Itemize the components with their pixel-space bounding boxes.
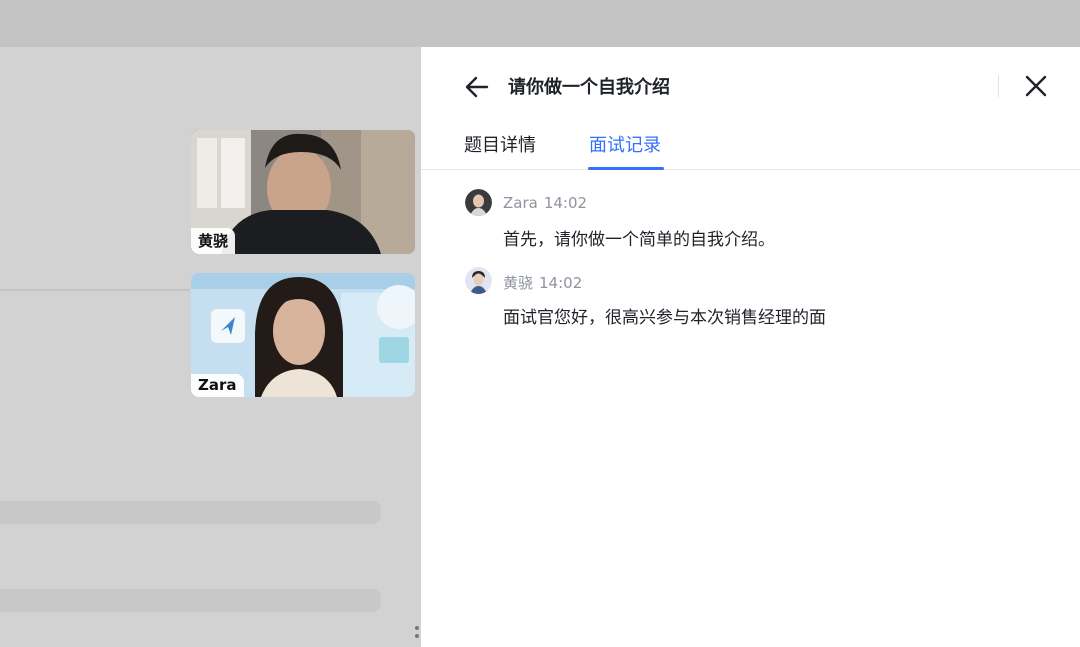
message-time: 14:02 [543, 194, 588, 212]
close-icon[interactable] [1022, 72, 1050, 100]
placeholder-bar [0, 501, 381, 524]
message-text: 面试官您好，很高兴参与本次销售经理的面 [503, 308, 826, 328]
message-meta: Zara 14:02 [503, 194, 593, 212]
participant-name-label: 黄骁 [191, 228, 236, 254]
avatar [465, 189, 492, 216]
speaker-name: 黄骁 [503, 274, 534, 292]
tab-bar: 题目详情 面试记录 [421, 125, 1080, 170]
message-meta: 黄骁 14:02 [503, 272, 588, 293]
arrow-left-icon[interactable] [463, 73, 491, 101]
tab-interview-record[interactable]: 面试记录 [589, 131, 661, 167]
avatar [465, 267, 492, 294]
question-panel: 请你做一个自我介绍 题目详情 面试记录 Zara 14:02 首先，请你做一个简单… [421, 47, 1080, 647]
drag-handle-icon[interactable] [414, 626, 420, 646]
panel-title: 请你做一个自我介绍 [508, 77, 670, 98]
video-tile-interviewer[interactable]: Zara [191, 273, 415, 397]
active-tab-indicator [588, 167, 664, 170]
speaker-name: Zara [503, 194, 538, 212]
stage-divider [0, 289, 190, 291]
message-time: 14:02 [539, 274, 583, 292]
message-text: 首先，请你做一个简单的自我介绍。 [503, 230, 775, 250]
placeholder-bar [0, 589, 381, 612]
panel-header: 请你做一个自我介绍 [421, 47, 1080, 125]
video-tile-candidate[interactable]: 黄骁 [191, 130, 415, 254]
header-divider [998, 75, 999, 97]
top-bar [0, 0, 1080, 47]
participant-name-label: Zara [191, 374, 244, 397]
tab-question-details[interactable]: 题目详情 [464, 131, 536, 167]
